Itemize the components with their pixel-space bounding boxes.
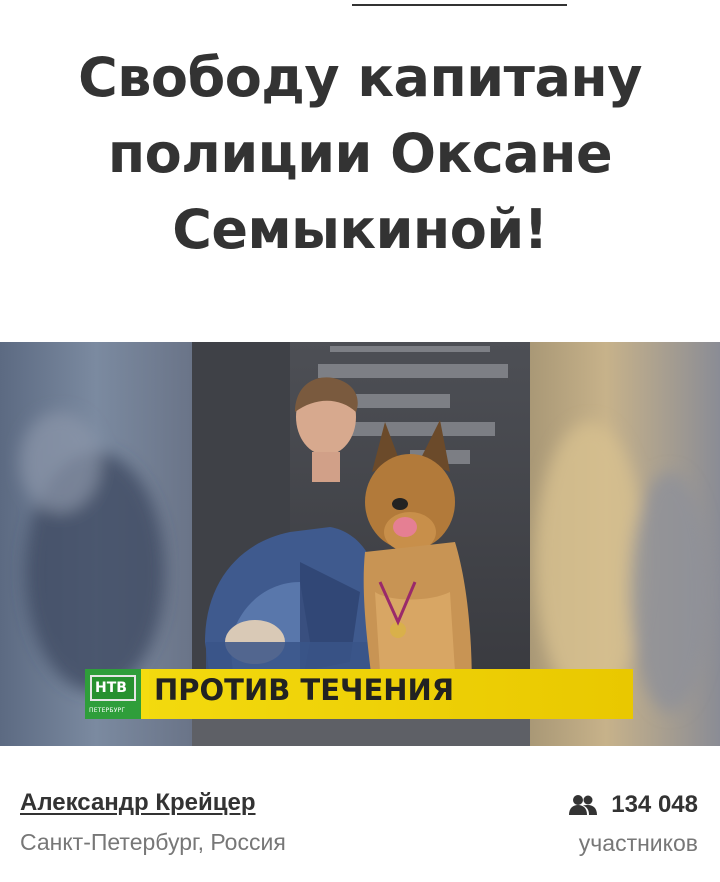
channel-logo-text: НТВ <box>95 680 127 696</box>
author-location: Санкт-Петербург, Россия <box>20 829 286 855</box>
news-banner-caption: ПРОТИВ ТЕЧЕНИЯ <box>154 673 455 707</box>
top-cutoff-line <box>0 0 720 8</box>
petition-title: Свободу капитану полиции Оксане Семыкино… <box>78 46 642 261</box>
supporters-count: 134 048 <box>611 791 698 818</box>
supporters-block: 134 048 участников <box>569 789 698 857</box>
channel-logo-subtext: ПЕТЕРБУРГ <box>89 707 126 714</box>
people-icon <box>569 795 598 815</box>
top-cutoff-link[interactable] <box>352 0 567 6</box>
supporters-label: участников <box>578 830 698 856</box>
author-name-link[interactable]: Александр Крейцер <box>20 789 256 817</box>
